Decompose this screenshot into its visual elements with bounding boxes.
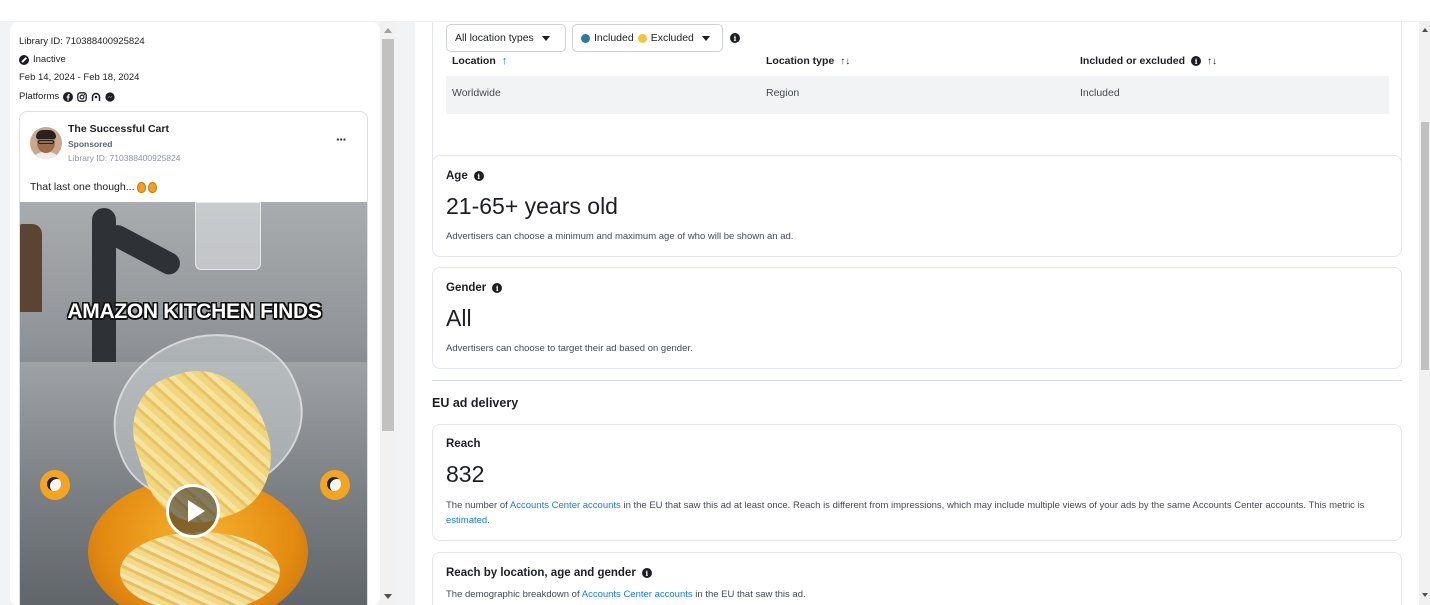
column-header-label: Included or excluded: [1080, 55, 1186, 67]
reach-title: Reach: [446, 438, 481, 450]
reach-breakdown-title-row: Reach by location, age and gender i: [446, 567, 652, 579]
status-row: Inactive: [19, 54, 66, 65]
platforms-label: Platforms: [19, 91, 60, 102]
info-icon[interactable]: i: [473, 171, 484, 181]
chevron-down-icon: [701, 35, 710, 41]
inactive-icon: [19, 54, 29, 65]
age-card: Age i 21-65+ years old Advertisers can c…: [432, 155, 1402, 257]
gender-value: All: [446, 305, 472, 331]
audience-network-icon: [91, 92, 101, 101]
reach-desc-text: The number of: [446, 500, 510, 511]
platforms-row: Platforms: [19, 91, 115, 102]
location-card: All location types Included Excluded i L…: [432, 22, 1402, 167]
date-range: Feb 14, 2024 - Feb 18, 2024: [19, 72, 139, 83]
reach-value: 832: [446, 461, 485, 487]
age-title-row: Age i: [446, 170, 484, 182]
sort-icon: ↑↓: [840, 55, 851, 67]
included-icon: [581, 33, 590, 43]
column-header-included-excluded[interactable]: Included or excluded i ↑↓: [1080, 55, 1217, 67]
info-icon[interactable]: i: [641, 568, 652, 578]
more-options-button[interactable]: ···: [336, 132, 347, 147]
accounts-center-link[interactable]: Accounts Center accounts: [582, 589, 693, 600]
sponsored-label: Sponsored: [68, 139, 113, 149]
left-scrollbar-thumb[interactable]: [382, 39, 394, 431]
sort-ascending-icon: ↑: [501, 55, 508, 67]
page-name[interactable]: The Successful Cart: [68, 123, 169, 135]
cell-location: Worldwide: [452, 87, 501, 99]
reach-desc-text: in the EU that saw this ad at least once…: [620, 500, 1365, 511]
ad-preview-card: The Successful Cart Sponsored Library ID…: [19, 111, 368, 605]
rbl-desc-text: in the EU that saw this ad.: [692, 589, 806, 600]
reach-desc-text: .: [487, 515, 490, 526]
emoji-icon: [147, 181, 157, 193]
cell-included: Included: [1080, 87, 1120, 99]
eu-ad-delivery-title: EU ad delivery: [432, 396, 519, 410]
age-value: 21-65+ years old: [446, 193, 618, 219]
table-row: [446, 76, 1389, 114]
rbl-desc-text: The demographic breakdown of: [446, 589, 582, 600]
scroll-up-icon[interactable]: [384, 28, 392, 33]
location-type-label: All location types: [455, 32, 534, 44]
gender-description: Advertisers can choose to target their a…: [446, 343, 693, 354]
right-scrollbar-thumb[interactable]: [1421, 122, 1429, 370]
estimated-link[interactable]: estimated: [446, 515, 487, 526]
gender-title-row: Gender i: [446, 282, 503, 294]
info-icon[interactable]: i: [730, 33, 740, 43]
video-caption: AMAZON KITCHEN FINDS: [67, 300, 322, 323]
chevron-down-icon: [541, 35, 550, 41]
included-label: Included: [594, 32, 634, 44]
scroll-down-icon[interactable]: [1422, 593, 1428, 597]
section-divider: [432, 380, 1402, 381]
scroll-up-icon[interactable]: [1422, 28, 1428, 32]
age-title: Age: [446, 170, 468, 182]
library-id-text: Library ID: 710388400925824: [19, 36, 145, 47]
excluded-icon: [637, 33, 647, 43]
gender-title: Gender: [446, 282, 487, 294]
ad-video[interactable]: AMAZON KITCHEN FINDS: [20, 202, 367, 605]
emoji-icon: [136, 181, 146, 193]
ad-targeting-panel: All location types Included Excluded i L…: [415, 22, 1419, 605]
included-excluded-dropdown[interactable]: Included Excluded: [572, 24, 723, 52]
info-icon[interactable]: i: [492, 283, 503, 293]
reach-breakdown-description: The demographic breakdown of Accounts Ce…: [446, 587, 806, 602]
location-type-dropdown[interactable]: All location types: [446, 24, 566, 52]
column-header-label: Location: [452, 55, 496, 67]
ad-details-panel: Library ID: 710388400925824 Inactive Feb…: [10, 22, 380, 605]
play-icon[interactable]: [166, 484, 220, 538]
cell-location-type: Region: [766, 87, 800, 99]
reach-description: The number of Accounts Center accounts i…: [446, 498, 1391, 528]
gender-card: Gender i All Advertisers can choose to t…: [432, 267, 1402, 369]
scroll-down-icon[interactable]: [384, 594, 392, 599]
info-icon[interactable]: i: [1191, 56, 1202, 66]
ad-body-text-content: That last one though...: [30, 181, 135, 193]
excluded-label: Excluded: [650, 32, 694, 44]
reach-breakdown-card: Reach by location, age and gender i The …: [432, 552, 1402, 605]
reach-card: Reach 832 The number of Accounts Center …: [432, 424, 1402, 541]
sort-icon: ↑↓: [1207, 55, 1218, 67]
ad-body-text: That last one though...: [30, 181, 157, 193]
facebook-icon: [63, 91, 74, 102]
ad-library-id: Library ID: 710388400925824: [68, 153, 181, 163]
status-text: Inactive: [33, 54, 66, 65]
column-header-label: Location type: [766, 55, 835, 67]
accounts-center-link[interactable]: Accounts Center accounts: [510, 500, 621, 511]
library-id: Library ID: 710388400925824: [19, 36, 145, 47]
date-range-text: Feb 14, 2024 - Feb 18, 2024: [19, 72, 140, 83]
age-description: Advertisers can choose a minimum and max…: [446, 231, 794, 242]
page-avatar[interactable]: [30, 127, 62, 159]
reach-breakdown-title: Reach by location, age and gender: [446, 567, 636, 579]
messenger-icon: [105, 91, 115, 102]
column-header-location[interactable]: Location ↑: [452, 55, 507, 67]
top-bar: [0, 0, 1430, 22]
column-header-location-type[interactable]: Location type ↑↓: [766, 55, 850, 67]
instagram-icon: [77, 91, 87, 102]
